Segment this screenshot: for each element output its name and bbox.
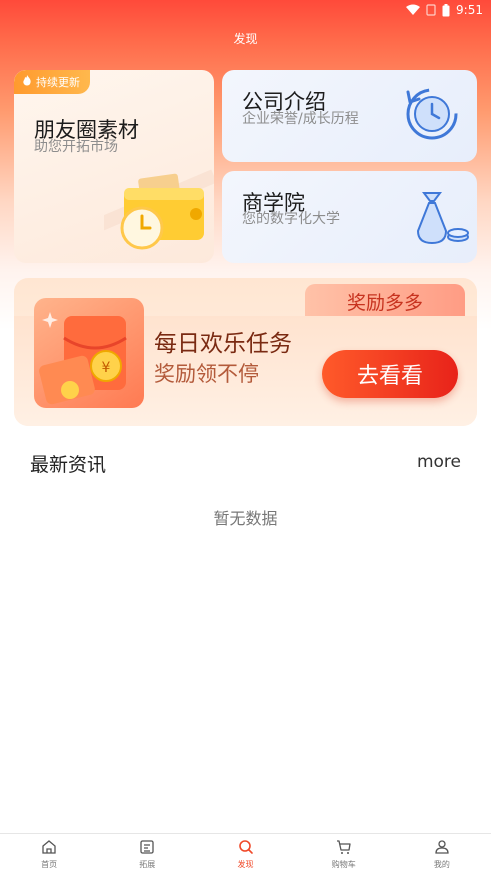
tab-home[interactable]: 首页 xyxy=(0,834,98,874)
discover-icon xyxy=(238,839,254,857)
svg-text:¥: ¥ xyxy=(102,360,111,376)
moments-material-card[interactable]: 持续更新 朋友圈素材 助您开拓市场 xyxy=(14,70,214,263)
tab-label: 首页 xyxy=(41,859,58,869)
battery-icon xyxy=(442,3,450,17)
tab-label: 我的 xyxy=(433,859,450,869)
rewards-tab: 奖励多多 xyxy=(305,284,465,318)
tab-expand[interactable]: 拓展 xyxy=(98,834,196,874)
flame-icon xyxy=(22,74,32,90)
tab-discover[interactable]: 发现 xyxy=(196,834,294,874)
academy-subtitle: 您的数字化大学 xyxy=(242,211,340,227)
wifi-icon xyxy=(406,4,421,16)
sim-icon xyxy=(426,4,436,16)
tab-label: 购物车 xyxy=(331,859,356,869)
daily-task-banner[interactable]: 奖励多多 ¥ 每日欢乐任务 奖励领不停 去看看 xyxy=(14,278,477,426)
more-link[interactable]: more xyxy=(417,452,461,472)
tab-label: 发现 xyxy=(237,859,254,869)
tab-profile[interactable]: 我的 xyxy=(393,834,491,874)
empty-state-text: 暂无数据 xyxy=(213,509,278,528)
red-envelope-icon: ¥ xyxy=(34,298,144,408)
tab-cart[interactable]: 购物车 xyxy=(295,834,393,874)
profile-icon xyxy=(434,839,450,857)
moments-subtitle: 助您开拓市场 xyxy=(34,139,118,155)
banner-title: 每日欢乐任务 xyxy=(154,331,292,357)
latest-news-title: 最新资讯 xyxy=(30,454,107,476)
status-time: 9:51 xyxy=(456,3,483,17)
banner-subtitle: 奖励领不停 xyxy=(154,362,259,386)
page-title: 发现 xyxy=(233,32,258,46)
cart-icon xyxy=(336,839,352,857)
wallet-clock-icon xyxy=(14,166,214,263)
company-intro-card[interactable]: 公司介绍 企业荣誉/成长历程 xyxy=(222,70,477,162)
bottom-tab-bar: 首页 拓展 发现 购物车 我的 xyxy=(0,833,491,874)
go-see-button[interactable]: 去看看 xyxy=(322,350,458,398)
history-clock-icon xyxy=(402,84,462,148)
business-school-card[interactable]: 商学院 您的数字化大学 xyxy=(222,171,477,263)
continuous-update-tag: 持续更新 xyxy=(14,70,90,94)
money-bag-icon xyxy=(412,189,472,253)
home-icon xyxy=(41,839,57,857)
status-bar: 9:51 xyxy=(0,0,491,20)
expand-icon xyxy=(139,839,155,857)
tag-label: 持续更新 xyxy=(36,76,80,89)
tab-label: 拓展 xyxy=(139,859,156,869)
company-subtitle: 企业荣誉/成长历程 xyxy=(242,111,359,127)
